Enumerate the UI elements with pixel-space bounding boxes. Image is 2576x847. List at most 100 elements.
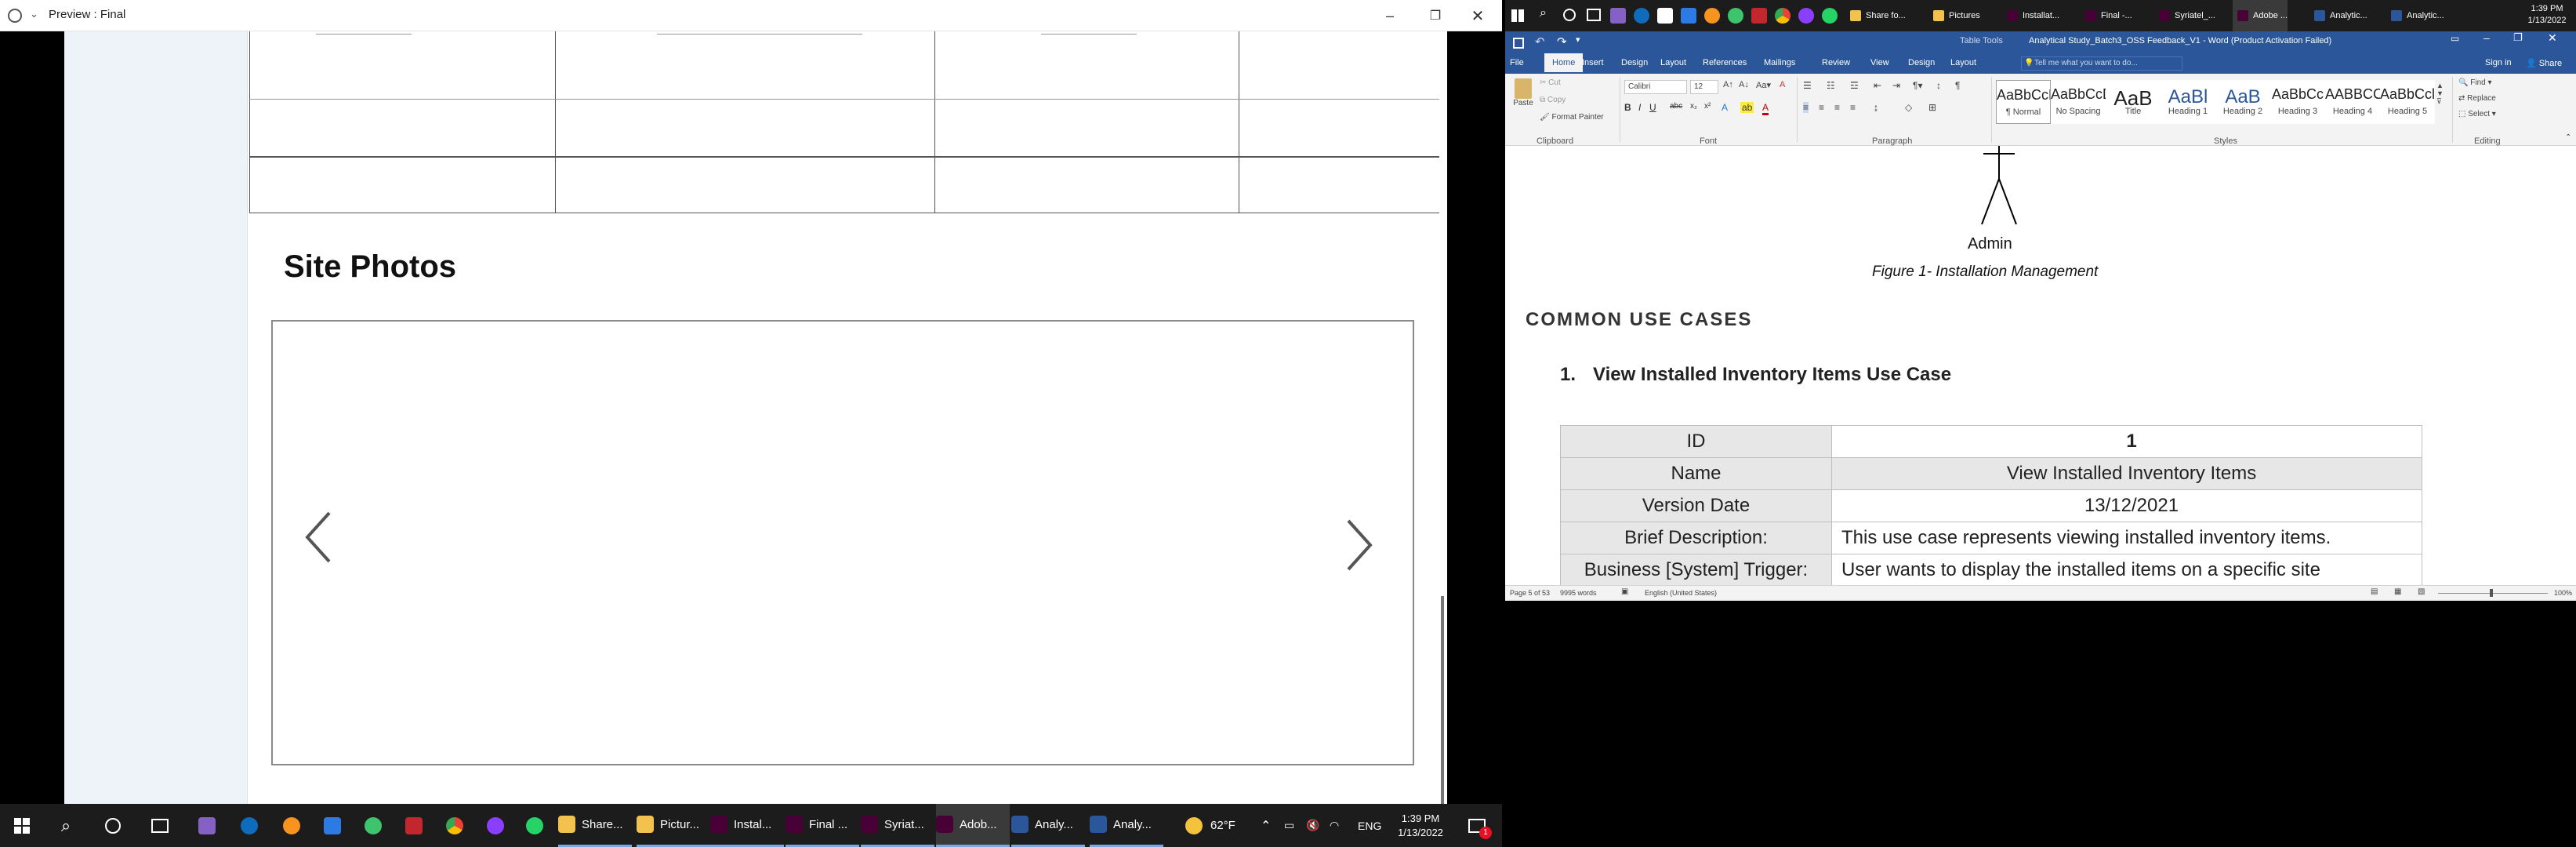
app-icon[interactable] bbox=[1728, 8, 1743, 24]
taskbar-app-button[interactable]: Analy... bbox=[1090, 804, 1163, 847]
cortana-icon[interactable] bbox=[1563, 9, 1576, 21]
tab-design-9[interactable]: Design bbox=[1908, 53, 1935, 72]
app-icon[interactable] bbox=[1657, 8, 1673, 24]
replace-button[interactable]: ⇄ Replace bbox=[2458, 94, 2496, 103]
taskbar-app-button[interactable]: Instal... bbox=[710, 804, 784, 847]
multilevel-button[interactable]: ☲ bbox=[1850, 80, 1859, 91]
taskbar-app-button[interactable]: Final ... bbox=[785, 804, 859, 847]
taskbar-app-button[interactable]: Syriat... bbox=[861, 804, 934, 847]
zoom-level[interactable]: 100% bbox=[2554, 589, 2572, 597]
battery-icon[interactable]: ▭ bbox=[1284, 804, 1294, 847]
zoom-slider[interactable] bbox=[2438, 589, 2548, 597]
font-size-select[interactable]: 12 bbox=[1690, 80, 1718, 94]
visual-studio-icon[interactable] bbox=[188, 804, 226, 847]
tab-mailings-6[interactable]: Mailings bbox=[1764, 53, 1795, 72]
app-icon[interactable] bbox=[8, 9, 22, 23]
style-item[interactable]: AABBCC Heading 4 bbox=[2325, 80, 2380, 124]
show-marks-button[interactable]: ¶ bbox=[1955, 80, 1960, 91]
close-button[interactable]: ✕ bbox=[1460, 0, 1496, 31]
line-spacing-button[interactable]: ↨ bbox=[1874, 102, 1878, 113]
app-icon[interactable] bbox=[1751, 8, 1767, 24]
collapse-ribbon-icon[interactable]: ⌃ bbox=[2565, 133, 2571, 142]
style-item[interactable]: AaBbCcDc No Spacing bbox=[2051, 80, 2106, 124]
tab-layout-4[interactable]: Layout bbox=[1660, 53, 1686, 72]
numbering-button[interactable]: ☷ bbox=[1827, 80, 1835, 91]
italic-button[interactable]: I bbox=[1638, 102, 1641, 113]
task-view-icon[interactable] bbox=[141, 804, 179, 847]
font-color-button[interactable]: A bbox=[1762, 102, 1769, 115]
taskbar-app-button[interactable]: Share fo... bbox=[1845, 0, 1906, 31]
format-painter-button[interactable]: 🖌 Format Painter bbox=[1540, 113, 1604, 122]
grow-font-button[interactable]: A↑ bbox=[1723, 80, 1733, 89]
chevron-right-icon[interactable] bbox=[1345, 518, 1373, 573]
minimize-button[interactable]: – bbox=[1372, 0, 1408, 31]
start-icon[interactable] bbox=[1511, 9, 1524, 22]
search-icon[interactable]: ⌕ bbox=[47, 804, 85, 847]
app-icon[interactable] bbox=[1681, 8, 1696, 24]
style-item[interactable]: AaB Heading 2 bbox=[2215, 80, 2270, 124]
style-item[interactable]: AaBbCc Heading 3 bbox=[2270, 80, 2325, 124]
maximize-button[interactable]: ❐ bbox=[1417, 0, 1453, 31]
app-icon[interactable] bbox=[273, 804, 310, 847]
undo-icon[interactable]: ↶ bbox=[1535, 35, 1545, 49]
taskbar-app-button[interactable]: Final -... bbox=[2081, 0, 2132, 31]
decrease-indent-button[interactable]: ⇤ bbox=[1874, 80, 1881, 91]
zoom-thumb[interactable] bbox=[2490, 589, 2493, 597]
language-indicator[interactable]: ENG bbox=[1358, 804, 1381, 847]
redo-icon[interactable]: ↷ bbox=[1557, 35, 1567, 49]
save-icon[interactable] bbox=[1513, 38, 1524, 49]
taskbar-app-button[interactable]: Share... bbox=[558, 804, 632, 847]
highlight-button[interactable]: ab bbox=[1740, 102, 1754, 113]
style-item[interactable]: AaBbCcD ¶ Normal bbox=[1996, 80, 2051, 124]
clock[interactable]: 1:39 PM 1/13/2022 bbox=[1392, 804, 1449, 847]
sort-button[interactable]: ↕ bbox=[1936, 80, 1941, 91]
tab-insert-2[interactable]: Insert bbox=[1582, 53, 1604, 72]
chevron-left-icon[interactable] bbox=[304, 510, 332, 565]
web-layout-icon[interactable]: ▧ bbox=[2418, 587, 2425, 596]
minimize-button[interactable]: – bbox=[2483, 31, 2490, 44]
notification-button[interactable]: 1 bbox=[1461, 804, 1493, 847]
network-icon[interactable]: ◠ bbox=[1330, 804, 1339, 847]
taskbar-app-button[interactable]: Analy... bbox=[1011, 804, 1085, 847]
print-layout-icon[interactable]: ▦ bbox=[2394, 587, 2401, 596]
taskbar-app-button[interactable]: Adob... bbox=[936, 804, 1010, 847]
page-count[interactable]: Page 5 of 53 bbox=[1510, 589, 1550, 597]
taskbar-app-button[interactable]: Pictur... bbox=[637, 804, 710, 847]
strikethrough-button[interactable]: abc bbox=[1670, 102, 1682, 111]
paste-button[interactable]: Paste bbox=[1510, 78, 1537, 125]
text-effects-button[interactable]: A bbox=[1722, 102, 1728, 113]
taskbar-app-button[interactable]: Analytic... bbox=[2309, 0, 2367, 31]
whatsapp-icon[interactable] bbox=[1822, 8, 1838, 24]
style-item[interactable]: AaBl Heading 1 bbox=[2161, 80, 2215, 124]
change-case-button[interactable]: Aa▾ bbox=[1756, 80, 1771, 90]
scrollbar[interactable] bbox=[1439, 31, 1447, 823]
select-button[interactable]: ⬚ Select ▾ bbox=[2458, 110, 2496, 118]
chrome-icon[interactable] bbox=[1775, 8, 1791, 24]
tab-design-3[interactable]: Design bbox=[1621, 53, 1648, 72]
app-icon[interactable] bbox=[395, 804, 433, 847]
taskbar-app-button[interactable]: Analytic... bbox=[2386, 0, 2444, 31]
increase-indent-button[interactable]: ⇥ bbox=[1892, 80, 1900, 91]
styles-scroll[interactable]: ▲ ▼ ⊽ bbox=[2436, 82, 2444, 106]
taskbar-app-button[interactable]: Syriatel_... bbox=[2154, 0, 2215, 31]
task-view-icon[interactable] bbox=[1587, 9, 1601, 21]
chevron-down-icon[interactable]: ⌄ bbox=[30, 8, 38, 20]
app-icon[interactable] bbox=[1704, 8, 1720, 24]
align-left-button[interactable]: ≡ bbox=[1803, 102, 1809, 113]
style-item[interactable]: AaB Title bbox=[2106, 80, 2161, 124]
tab-references-5[interactable]: References bbox=[1703, 53, 1747, 72]
copy-button[interactable]: ⧉ Copy bbox=[1540, 96, 1566, 104]
cortana-icon[interactable] bbox=[94, 804, 132, 847]
justify-button[interactable]: ≡ bbox=[1850, 102, 1856, 113]
align-center-button[interactable]: ≡ bbox=[1819, 102, 1824, 113]
find-button[interactable]: 🔍 Find ▾ bbox=[2458, 78, 2492, 87]
sign-in-link[interactable]: Sign in bbox=[2485, 58, 2512, 67]
share-button[interactable]: 👤 Share bbox=[2526, 58, 2562, 68]
borders-button[interactable]: ⊞ bbox=[1928, 102, 1936, 113]
cut-button[interactable]: ✂ Cut bbox=[1540, 78, 1561, 87]
taskbar-app-button[interactable]: Pictures bbox=[1928, 0, 1980, 31]
tray-chevron-icon[interactable]: ⌃ bbox=[1261, 804, 1271, 847]
app-icon[interactable] bbox=[230, 804, 268, 847]
style-item[interactable]: AaBbCcl Heading 5 bbox=[2380, 80, 2435, 124]
maximize-button[interactable]: ❐ bbox=[2513, 31, 2523, 44]
